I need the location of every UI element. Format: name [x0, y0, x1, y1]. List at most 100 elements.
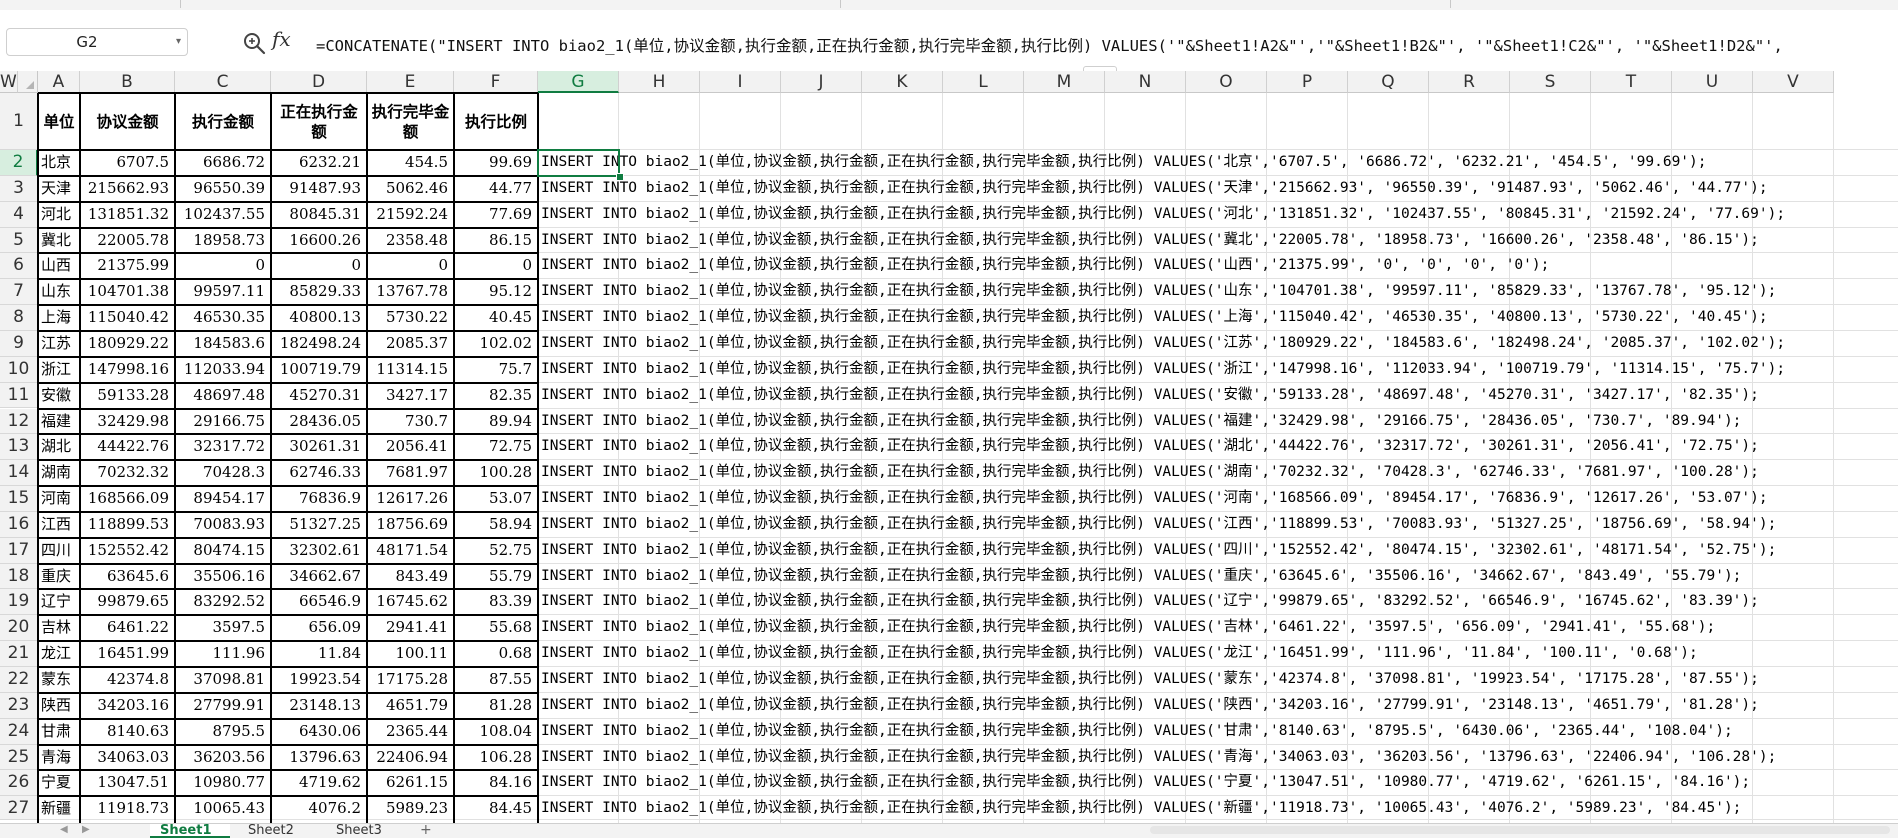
- cell-d20[interactable]: 656.09: [271, 615, 367, 641]
- cell-b19[interactable]: 99879.65: [80, 589, 175, 615]
- header-cell-2[interactable]: 协议金额: [80, 93, 175, 150]
- cell-g10[interactable]: INSERT INTO biao2_1(单位,协议金额,执行金额,正在执行金额,…: [541, 357, 1785, 383]
- row-header-24[interactable]: 24: [0, 718, 38, 745]
- cell-a22[interactable]: 蒙东: [38, 667, 80, 693]
- cell-e18[interactable]: 843.49: [367, 564, 454, 590]
- cell-c23[interactable]: 27799.91: [175, 693, 271, 719]
- add-sheet-button[interactable]: +: [420, 824, 432, 837]
- cell-e17[interactable]: 48171.54: [367, 538, 454, 564]
- column-header-o[interactable]: O: [1186, 71, 1267, 93]
- cell-f12[interactable]: 89.94: [454, 409, 538, 435]
- cell-b17[interactable]: 152552.42: [80, 538, 175, 564]
- cell-f21[interactable]: 0.68: [454, 641, 538, 667]
- cell-a11[interactable]: 安徽: [38, 383, 80, 409]
- row-header-21[interactable]: 21: [0, 641, 38, 667]
- cell-d12[interactable]: 28436.05: [271, 409, 367, 435]
- cell-g5[interactable]: INSERT INTO biao2_1(单位,协议金额,执行金额,正在执行金额,…: [541, 228, 1759, 254]
- row-header-12[interactable]: 12: [0, 408, 38, 435]
- cell-b11[interactable]: 59133.28: [80, 383, 175, 409]
- cell-d18[interactable]: 34662.67: [271, 564, 367, 590]
- row-header-1[interactable]: 1: [0, 93, 38, 150]
- cell-a14[interactable]: 湖南: [38, 460, 80, 486]
- row-header-4[interactable]: 4: [0, 201, 38, 228]
- cell-g22[interactable]: INSERT INTO biao2_1(单位,协议金额,执行金额,正在执行金额,…: [541, 667, 1759, 693]
- header-cell-1[interactable]: 单位: [38, 93, 80, 150]
- cell-e22[interactable]: 17175.28: [367, 667, 454, 693]
- cell-d15[interactable]: 76836.9: [271, 486, 367, 512]
- horizontal-scrollbar[interactable]: [1150, 826, 1890, 834]
- cell-e9[interactable]: 2085.37: [367, 331, 454, 357]
- cell-c19[interactable]: 83292.52: [175, 589, 271, 615]
- cell-a6[interactable]: 山西: [38, 253, 80, 279]
- cell-d21[interactable]: 11.84: [271, 641, 367, 667]
- cell-f24[interactable]: 108.04: [454, 719, 538, 745]
- cell-c6[interactable]: 0: [175, 253, 271, 279]
- cell-e3[interactable]: 5062.46: [367, 176, 454, 202]
- cell-g11[interactable]: INSERT INTO biao2_1(单位,协议金额,执行金额,正在执行金额,…: [541, 383, 1759, 409]
- cell-g26[interactable]: INSERT INTO biao2_1(单位,协议金额,执行金额,正在执行金额,…: [541, 770, 1750, 796]
- row-header-18[interactable]: 18: [0, 563, 38, 590]
- column-header-v[interactable]: V: [1753, 71, 1834, 93]
- cell-f16[interactable]: 58.94: [454, 512, 538, 538]
- column-header-n[interactable]: N: [1105, 71, 1186, 93]
- cell-b27[interactable]: 11918.73: [80, 796, 175, 820]
- cell-b7[interactable]: 104701.38: [80, 279, 175, 305]
- cell-g13[interactable]: INSERT INTO biao2_1(单位,协议金额,执行金额,正在执行金额,…: [541, 434, 1759, 460]
- cell-e13[interactable]: 2056.41: [367, 434, 454, 460]
- column-header-h[interactable]: H: [619, 71, 700, 93]
- cell-c4[interactable]: 102437.55: [175, 202, 271, 228]
- chevron-down-icon[interactable]: ▾: [176, 29, 181, 55]
- cell-c2[interactable]: 6686.72: [175, 150, 271, 176]
- zoom-icon[interactable]: [241, 30, 267, 56]
- cell-b25[interactable]: 34063.03: [80, 745, 175, 771]
- cell-b13[interactable]: 44422.76: [80, 434, 175, 460]
- cell-b20[interactable]: 6461.22: [80, 615, 175, 641]
- header-cell-4[interactable]: 正在执行金额: [271, 93, 367, 150]
- cell-c24[interactable]: 8795.5: [175, 719, 271, 745]
- row-header-9[interactable]: 9: [0, 330, 38, 357]
- row-header-17[interactable]: 17: [0, 537, 38, 564]
- column-header-b[interactable]: B: [80, 71, 175, 93]
- cell-a7[interactable]: 山东: [38, 279, 80, 305]
- cell-c20[interactable]: 3597.5: [175, 615, 271, 641]
- column-header-j[interactable]: J: [781, 71, 862, 93]
- cell-d11[interactable]: 45270.31: [271, 383, 367, 409]
- column-header-l[interactable]: L: [943, 71, 1024, 93]
- cell-f17[interactable]: 52.75: [454, 538, 538, 564]
- row-header-22[interactable]: 22: [0, 667, 38, 693]
- cell-g8[interactable]: INSERT INTO biao2_1(单位,协议金额,执行金额,正在执行金额,…: [541, 305, 1768, 331]
- cell-a15[interactable]: 河南: [38, 486, 80, 512]
- cell-a25[interactable]: 青海: [38, 745, 80, 771]
- fx-icon[interactable]: fx: [272, 27, 291, 51]
- cell-c5[interactable]: 18958.73: [175, 228, 271, 254]
- cell-b10[interactable]: 147998.16: [80, 357, 175, 383]
- cell-f27[interactable]: 84.45: [454, 796, 538, 820]
- cell-a17[interactable]: 四川: [38, 538, 80, 564]
- cell-a2[interactable]: 北京: [38, 150, 80, 176]
- cell-d19[interactable]: 66546.9: [271, 589, 367, 615]
- cell-b12[interactable]: 32429.98: [80, 409, 175, 435]
- cell-g4[interactable]: INSERT INTO biao2_1(单位,协议金额,执行金额,正在执行金额,…: [541, 202, 1785, 228]
- cell-c7[interactable]: 99597.11: [175, 279, 271, 305]
- cell-d6[interactable]: 0: [271, 253, 367, 279]
- cell-g27[interactable]: INSERT INTO biao2_1(单位,协议金额,执行金额,正在执行金额,…: [541, 796, 1741, 820]
- cell-g17[interactable]: INSERT INTO biao2_1(单位,协议金额,执行金额,正在执行金额,…: [541, 538, 1776, 564]
- cell-f26[interactable]: 84.16: [454, 770, 538, 796]
- column-header-e[interactable]: E: [367, 71, 454, 93]
- cell-e16[interactable]: 18756.69: [367, 512, 454, 538]
- cell-a4[interactable]: 河北: [38, 202, 80, 228]
- column-header-i[interactable]: I: [700, 71, 781, 93]
- cell-d27[interactable]: 4076.2: [271, 796, 367, 820]
- cell-d22[interactable]: 19923.54: [271, 667, 367, 693]
- cell-a9[interactable]: 江苏: [38, 331, 80, 357]
- cell-e12[interactable]: 730.7: [367, 409, 454, 435]
- cell-e10[interactable]: 11314.15: [367, 357, 454, 383]
- cell-b15[interactable]: 168566.09: [80, 486, 175, 512]
- cell-f4[interactable]: 77.69: [454, 202, 538, 228]
- column-header-t[interactable]: T: [1591, 71, 1672, 93]
- name-box[interactable]: G2 ▾: [6, 28, 188, 56]
- cell-d13[interactable]: 30261.31: [271, 434, 367, 460]
- cell-c13[interactable]: 32317.72: [175, 434, 271, 460]
- row-header-3[interactable]: 3: [0, 175, 38, 202]
- cell-d9[interactable]: 182498.24: [271, 331, 367, 357]
